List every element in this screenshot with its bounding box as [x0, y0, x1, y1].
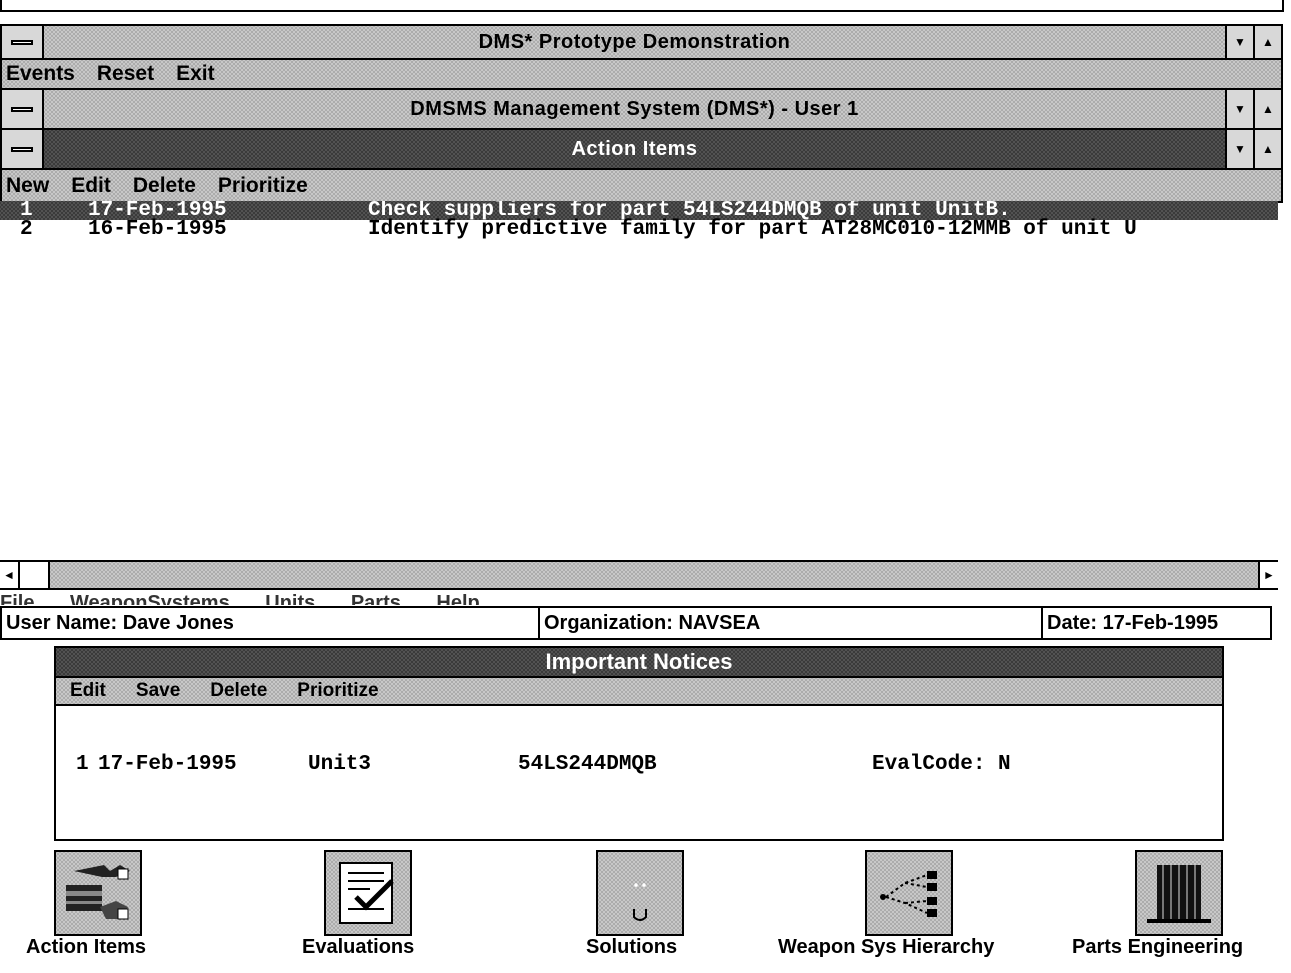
notice-date: 17-Feb-1995	[98, 753, 237, 776]
date-field: Date: 17-Feb-1995	[1041, 606, 1272, 640]
solutions-tool-label: Solutions	[586, 936, 678, 958]
parts-engineering-tool-button[interactable]	[1135, 850, 1223, 936]
organization-field: Organization: NAVSEA	[538, 606, 1043, 640]
ghost-menu-file: File	[0, 592, 35, 605]
maximize-icon: ▲	[1262, 35, 1274, 49]
hierarchy-icon	[880, 871, 937, 917]
parts-engineering-tool-label: Parts Engineering	[1072, 936, 1244, 958]
app-title: DMS* Prototype Demonstration	[478, 30, 791, 53]
item-date: 16-Feb-1995	[88, 218, 227, 241]
notice-eval-code: EvalCode: N	[872, 753, 1011, 776]
maximize-button[interactable]: ▲	[1253, 26, 1281, 58]
notice-unit: Unit3	[308, 753, 372, 776]
minimize-icon: ▼	[1234, 35, 1246, 49]
ghost-menu-units: Units	[265, 592, 316, 605]
action-items-tool-label: Action Items	[26, 936, 147, 958]
sub-maximize-button[interactable]: ▲	[1253, 90, 1281, 128]
notices-menu-delete[interactable]: Delete	[210, 680, 267, 702]
app-title-bar[interactable]: DMS* Prototype Demonstration ▼ ▲	[0, 24, 1283, 60]
notices-menu-prioritize[interactable]: Prioritize	[297, 680, 378, 702]
parts-engineering-icon	[1147, 865, 1211, 923]
list-item[interactable]: 1 17-Feb-1995 Unit3 54LS244DMQB EvalCode…	[56, 754, 1222, 776]
action-items-minimize-button[interactable]: ▼	[1225, 130, 1253, 168]
minimize-icon: ▼	[1234, 102, 1246, 116]
action-items-maximize-button[interactable]: ▲	[1253, 130, 1281, 168]
arrow-right-icon: ►	[1263, 568, 1275, 582]
outer-frame-top	[0, 0, 1284, 12]
action-items-system-menu-button[interactable]	[2, 130, 44, 168]
notice-number: 1	[76, 753, 89, 776]
horizontal-scrollbar[interactable]: ◄ ►	[0, 560, 1278, 590]
app-menu-bar: Events Reset Exit	[0, 58, 1283, 90]
ghost-menu-help: Help	[436, 592, 480, 605]
important-notices-panel: Important Notices Edit Save Delete Prior…	[54, 646, 1224, 841]
action-items-icon	[66, 865, 130, 920]
notice-part: 54LS244DMQB	[518, 753, 657, 776]
weapon-sys-hierarchy-tool-button[interactable]	[865, 850, 953, 936]
scroll-thumb[interactable]	[20, 562, 50, 588]
menu-delete[interactable]: Delete	[133, 174, 196, 198]
ghost-menu-parts: Parts	[350, 592, 401, 605]
action-items-title: Action Items	[571, 137, 698, 160]
ghost-menu-weapon-systems: WeaponSystems	[70, 592, 230, 605]
evaluations-tool-label: Evaluations	[302, 936, 415, 958]
notices-list[interactable]: 1 17-Feb-1995 Unit3 54LS244DMQB EvalCode…	[56, 706, 1222, 839]
important-notices-title: Important Notices	[56, 648, 1222, 678]
solutions-icon	[633, 883, 647, 921]
evaluations-tool-button[interactable]	[324, 850, 412, 936]
solutions-tool-button[interactable]	[596, 850, 684, 936]
minimize-button[interactable]: ▼	[1225, 26, 1253, 58]
menu-exit[interactable]: Exit	[176, 62, 215, 86]
item-text: Identify predictive family for part AT28…	[368, 218, 1137, 241]
user-name-field: User Name: Dave Jones	[0, 606, 540, 640]
notices-menu-save[interactable]: Save	[136, 680, 180, 702]
sub-window-title: DMSMS Management System (DMS*) - User 1	[410, 97, 859, 120]
list-item[interactable]: 2 16-Feb-1995 Identify predictive family…	[0, 218, 1278, 241]
menu-events[interactable]: Events	[6, 62, 75, 86]
maximize-icon: ▲	[1262, 142, 1274, 156]
menu-reset[interactable]: Reset	[97, 62, 154, 86]
action-items-list[interactable]: 1 17-Feb-1995 Check suppliers for part 5…	[0, 201, 1278, 558]
menu-prioritize[interactable]: Prioritize	[218, 174, 308, 198]
minimize-icon: ▼	[1234, 142, 1246, 156]
system-menu-icon	[11, 39, 33, 45]
item-number: 2	[20, 218, 33, 241]
arrow-left-icon: ◄	[3, 568, 15, 582]
sub-system-menu-button[interactable]	[2, 90, 44, 128]
action-items-menu-bar: New Edit Delete Prioritize	[0, 168, 1283, 203]
action-items-tool-button[interactable]	[54, 850, 142, 936]
system-menu-button[interactable]	[2, 26, 44, 58]
evaluations-icon	[339, 862, 394, 924]
system-menu-icon	[11, 106, 33, 112]
system-menu-icon	[11, 146, 33, 152]
scroll-track[interactable]	[50, 562, 1258, 588]
info-bar: User Name: Dave Jones Organization: NAVS…	[0, 606, 1272, 640]
scroll-left-button[interactable]: ◄	[0, 562, 20, 588]
weapon-sys-hierarchy-tool-label: Weapon Sys Hierarchy	[778, 936, 995, 958]
notices-menu-edit[interactable]: Edit	[70, 680, 106, 702]
notices-menu-bar: Edit Save Delete Prioritize	[56, 678, 1222, 706]
maximize-icon: ▲	[1262, 102, 1274, 116]
menu-edit[interactable]: Edit	[71, 174, 111, 198]
sub-minimize-button[interactable]: ▼	[1225, 90, 1253, 128]
sub-window-title-bar[interactable]: DMSMS Management System (DMS*) - User 1 …	[0, 88, 1283, 130]
scroll-right-button[interactable]: ►	[1258, 562, 1278, 588]
action-items-title-bar[interactable]: Action Items ▼ ▲	[0, 128, 1283, 170]
menu-new[interactable]: New	[6, 174, 49, 198]
